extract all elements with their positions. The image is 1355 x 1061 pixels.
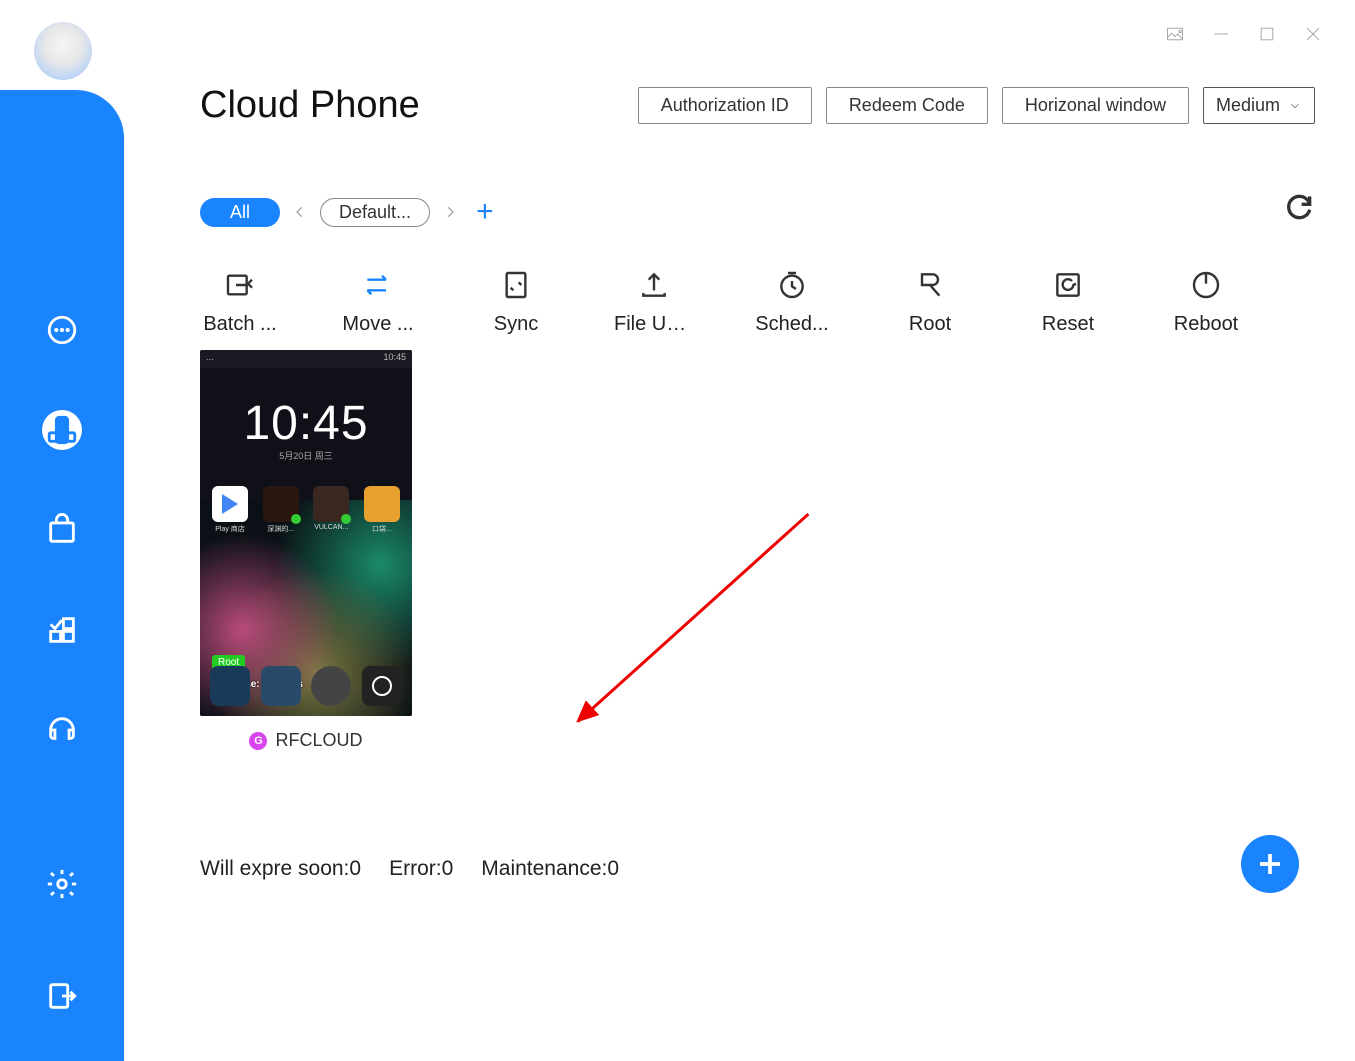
page-title: Cloud Phone [200,84,624,127]
phone-dock [210,666,402,706]
tool-reset[interactable]: Reset [1028,267,1108,336]
sync-icon [498,267,534,303]
dock-item-2 [261,666,301,706]
phone-app-vulcan: VULCAN... [311,486,351,534]
sidebar-item-store[interactable] [0,480,124,580]
size-select[interactable]: Medium [1203,87,1315,124]
plus-icon [1255,849,1285,879]
phone-app-play: Play 商店 [210,486,250,534]
tool-batch-label: Batch ... [203,313,276,336]
phone-card: ... 10:45 10:45 5月20日 周三 Play 商店 深渊的... … [200,350,412,751]
horizontal-window-button[interactable]: Horizonal window [1002,87,1189,124]
g-badge-icon: G [249,732,267,750]
dock-item-chrome [311,666,351,706]
avatar[interactable] [34,22,92,80]
schedule-icon [774,267,810,303]
tool-file-upload[interactable]: File Up... [614,267,694,336]
sidebar-item-settings[interactable] [0,867,124,901]
tag-default[interactable]: Default... [320,198,430,227]
root-icon [912,267,948,303]
tool-root-label: Root [909,313,951,336]
sidebar-item-cloud-phone[interactable] [0,380,124,480]
status-error: Error:0 [389,857,453,881]
tool-file-upload-label: File Up... [614,313,694,336]
sidebar [0,90,124,1061]
reboot-icon [1188,267,1224,303]
phone-app-row: Play 商店 深渊的... VULCAN... 口袋... [210,486,402,534]
tool-move[interactable]: Move ... [338,267,418,336]
refresh-button[interactable] [1283,191,1315,228]
close-icon[interactable] [1303,24,1323,49]
status-maintenance: Maintenance:0 [481,857,619,881]
sidebar-item-exit[interactable] [0,979,124,1013]
tool-root[interactable]: Root [890,267,970,336]
size-select-value: Medium [1216,95,1280,116]
authorization-id-button[interactable]: Authorization ID [638,87,812,124]
phone-app-game: 口袋... [362,486,402,534]
phone-screen[interactable]: ... 10:45 10:45 5月20日 周三 Play 商店 深渊的... … [200,350,412,716]
chevron-down-icon [1288,99,1302,113]
tags-row: All Default... + [200,197,1315,227]
phone-app-odin: 深渊的... [261,486,301,534]
phone-card-label: G RFCLOUD [200,730,412,751]
reset-icon [1050,267,1086,303]
phone-date: 5月20日 周三 [200,449,412,462]
tool-schedule-label: Sched... [755,313,828,336]
batch-icon [222,267,258,303]
phone-statusbar: ... 10:45 [200,350,412,368]
tool-reset-label: Reset [1042,313,1094,336]
maximize-icon[interactable] [1257,24,1277,49]
phone-status-left: ... [206,352,214,366]
tool-sync-label: Sync [494,313,538,336]
status-row: Will expre soon:0 Error:0 Maintenance:0 [200,857,619,881]
phone-status-right: 10:45 [383,352,406,366]
tag-prev[interactable] [290,202,310,222]
main-content: Cloud Phone Authorization ID Redeem Code… [200,84,1315,751]
status-expire: Will expre soon:0 [200,857,361,881]
toolbar: Batch ... Move ... Sync File Up... Sched… [200,267,1315,336]
move-icon [360,267,396,303]
screenshot-icon[interactable] [1165,24,1185,49]
sidebar-item-support[interactable] [0,680,124,780]
phone-icon [42,410,82,450]
dock-item-1 [210,666,250,706]
tool-move-label: Move ... [342,313,413,336]
add-phone-fab[interactable] [1241,835,1299,893]
tag-next[interactable] [440,202,460,222]
sidebar-item-tasks[interactable] [0,580,124,680]
add-tag-button[interactable]: + [476,197,494,227]
upload-icon [636,267,672,303]
header-row: Cloud Phone Authorization ID Redeem Code… [200,84,1315,127]
tool-reboot-label: Reboot [1174,313,1239,336]
dock-item-settings [362,666,402,706]
minimize-icon[interactable] [1211,24,1231,49]
tool-reboot[interactable]: Reboot [1166,267,1246,336]
tool-batch[interactable]: Batch ... [200,267,280,336]
redeem-code-button[interactable]: Redeem Code [826,87,988,124]
phone-clock: 10:45 [200,396,412,451]
window-controls [1165,24,1323,49]
phone-name: RFCLOUD [275,730,362,751]
tool-schedule[interactable]: Sched... [752,267,832,336]
sidebar-item-chat[interactable] [0,280,124,380]
tag-all[interactable]: All [200,198,280,227]
tool-sync[interactable]: Sync [476,267,556,336]
